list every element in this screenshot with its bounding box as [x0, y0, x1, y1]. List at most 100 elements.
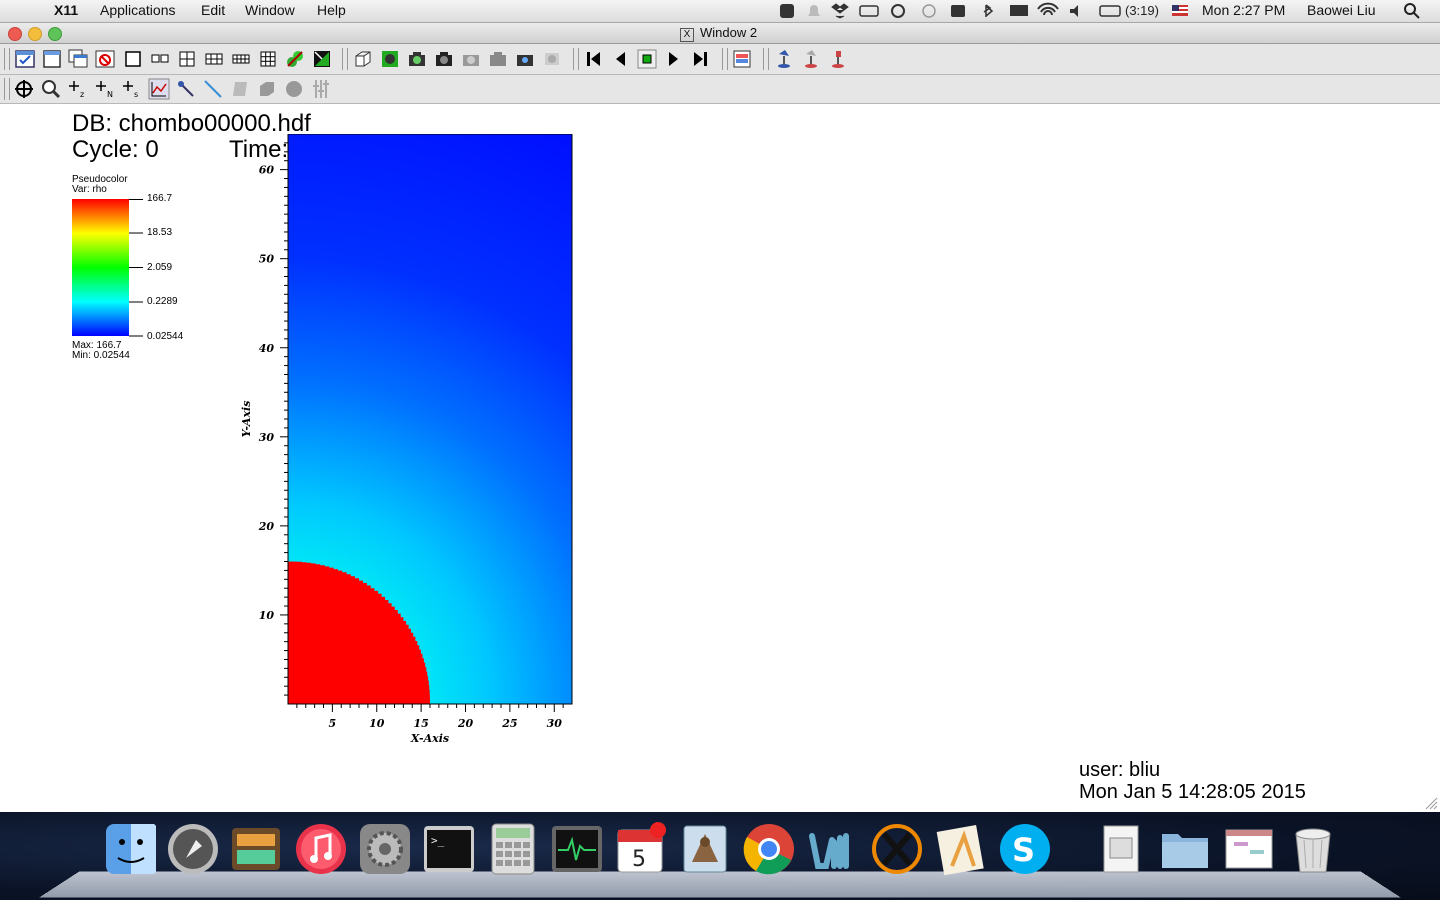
axis-restriction-icon[interactable]: [310, 78, 332, 100]
mail-icon[interactable]: [678, 822, 732, 876]
user-annotation: user: bliu: [1079, 759, 1161, 781]
add-window-icon[interactable]: [41, 48, 63, 70]
lamp-red-icon[interactable]: [800, 48, 822, 70]
us-flag-icon[interactable]: [1172, 5, 1188, 16]
terminal-icon[interactable]: >_: [422, 822, 476, 876]
menu-window[interactable]: Window: [245, 2, 295, 18]
x-tick-label: 20: [457, 717, 474, 730]
draw-plots-icon[interactable]: [379, 48, 401, 70]
spreadsheet-pick-icon[interactable]: s: [121, 78, 143, 100]
navigate-icon[interactable]: [13, 78, 35, 100]
camera-grey-icon[interactable]: [460, 48, 482, 70]
menu-applications[interactable]: Applications: [100, 2, 176, 18]
chrome-icon[interactable]: [742, 822, 796, 876]
forward-icon[interactable]: [690, 48, 712, 70]
colorbar-tick-label: 166.7: [147, 193, 173, 204]
system-preferences-icon[interactable]: [358, 822, 412, 876]
wifi-icon: [1037, 2, 1059, 16]
visualization-window[interactable]: DB: chombo00000.hdf Cycle: 0 Time:0 Pseu…: [0, 104, 1440, 812]
layout-3x3-icon[interactable]: [257, 48, 279, 70]
toolbar-grip[interactable]: [573, 48, 579, 70]
active-window-icon[interactable]: [14, 48, 36, 70]
plane-tool-icon[interactable]: [229, 78, 251, 100]
dropbox-icon: [831, 3, 849, 19]
delete-window-icon[interactable]: [94, 48, 116, 70]
minimize-window-button[interactable]: [28, 27, 42, 41]
app-menu[interactable]: X11: [54, 2, 78, 18]
time-machine-icon: [922, 4, 936, 18]
toolbar-grip[interactable]: [722, 48, 728, 70]
pseudocolor-plot[interactable]: 5 10 15 20 25 30 10 20 30 40 50 60 X-Axis Y-Axis: [230, 134, 590, 754]
reverse-play-icon[interactable]: [609, 48, 631, 70]
x11-icon[interactable]: [870, 822, 924, 876]
line-tool-icon[interactable]: [202, 78, 224, 100]
menu-edit[interactable]: Edit: [201, 2, 225, 18]
svg-text:N: N: [107, 90, 113, 99]
save-view-icon[interactable]: [514, 48, 536, 70]
lineout-icon[interactable]: [148, 78, 170, 100]
document-icon[interactable]: [1094, 822, 1148, 876]
date-annotation: Mon Jan 5 14:28:05 2015: [1079, 781, 1306, 803]
rotate-view-icon[interactable]: [541, 48, 563, 70]
legend-min: Min: 0.02544: [72, 350, 130, 361]
rewind-icon[interactable]: [582, 48, 604, 70]
reset-view-icon[interactable]: [487, 48, 509, 70]
folder-icon[interactable]: [1158, 822, 1212, 876]
toolbar-grip[interactable]: [4, 48, 10, 70]
launchpad-icon[interactable]: [166, 822, 220, 876]
colormap-icon[interactable]: [731, 48, 753, 70]
toolbar-grip[interactable]: [763, 48, 769, 70]
spin-mode-icon[interactable]: [311, 48, 333, 70]
camera-icon[interactable]: [433, 48, 455, 70]
trash-icon[interactable]: [1286, 822, 1340, 876]
box-tool-icon[interactable]: [256, 78, 278, 100]
layout-1x2-icon[interactable]: [149, 48, 171, 70]
user-name[interactable]: Baowei Liu: [1307, 2, 1376, 18]
layout-2x4-icon[interactable]: [230, 48, 252, 70]
y-tick-label: 60: [259, 164, 275, 177]
lock-view-icon[interactable]: [284, 48, 306, 70]
sphere-tool-icon[interactable]: [283, 78, 305, 100]
notification-bell-icon: [808, 5, 820, 16]
stop-icon[interactable]: [636, 48, 658, 70]
layout-2x2-icon[interactable]: [176, 48, 198, 70]
svg-text:5: 5: [632, 847, 646, 872]
layout-1x1-icon[interactable]: [122, 48, 144, 70]
toolbar-grip[interactable]: [4, 78, 10, 100]
lamp-blue-icon[interactable]: [773, 48, 795, 70]
activity-monitor-icon[interactable]: [550, 822, 604, 876]
toolbar-grip[interactable]: [342, 48, 348, 70]
close-window-button[interactable]: [8, 27, 22, 41]
layout-2x3-icon[interactable]: [203, 48, 225, 70]
clone-window-icon[interactable]: [67, 48, 89, 70]
play-icon[interactable]: [663, 48, 685, 70]
calculator-icon[interactable]: [486, 822, 540, 876]
svg-text:S: S: [1012, 831, 1035, 869]
colorbar-tick-label: 2.059: [147, 262, 173, 273]
calendar-stack-icon[interactable]: [1222, 822, 1276, 876]
skype-icon[interactable]: S: [998, 822, 1052, 876]
bounding-box-icon[interactable]: [352, 48, 374, 70]
camera-green-icon[interactable]: [406, 48, 428, 70]
finder-icon[interactable]: [104, 822, 158, 876]
clock[interactable]: Mon 2:27 PM: [1202, 2, 1285, 18]
visit-icon[interactable]: [806, 822, 860, 876]
y-tick-label: 30: [259, 431, 275, 444]
point-tool-icon[interactable]: [175, 78, 197, 100]
window-title: X Window 2: [680, 25, 757, 42]
zoom-window-button[interactable]: [48, 27, 62, 41]
photo-browser-icon[interactable]: [229, 822, 283, 876]
main-toolbar: [0, 44, 1440, 75]
zone-pick-icon[interactable]: z: [67, 78, 89, 100]
resize-grip-icon[interactable]: [1424, 796, 1438, 810]
x-axis-label: X-Axis: [410, 732, 449, 745]
lamp-icon[interactable]: [827, 48, 849, 70]
interaction-toolbar: z N s: [0, 75, 1440, 104]
xcode-icon[interactable]: [934, 822, 988, 876]
menu-help[interactable]: Help: [317, 2, 346, 18]
spotlight-search-icon[interactable]: [1404, 3, 1420, 19]
calendar-icon[interactable]: 5: [614, 822, 668, 876]
node-pick-icon[interactable]: N: [94, 78, 116, 100]
zoom-icon[interactable]: [40, 78, 62, 100]
itunes-icon[interactable]: [294, 822, 348, 876]
